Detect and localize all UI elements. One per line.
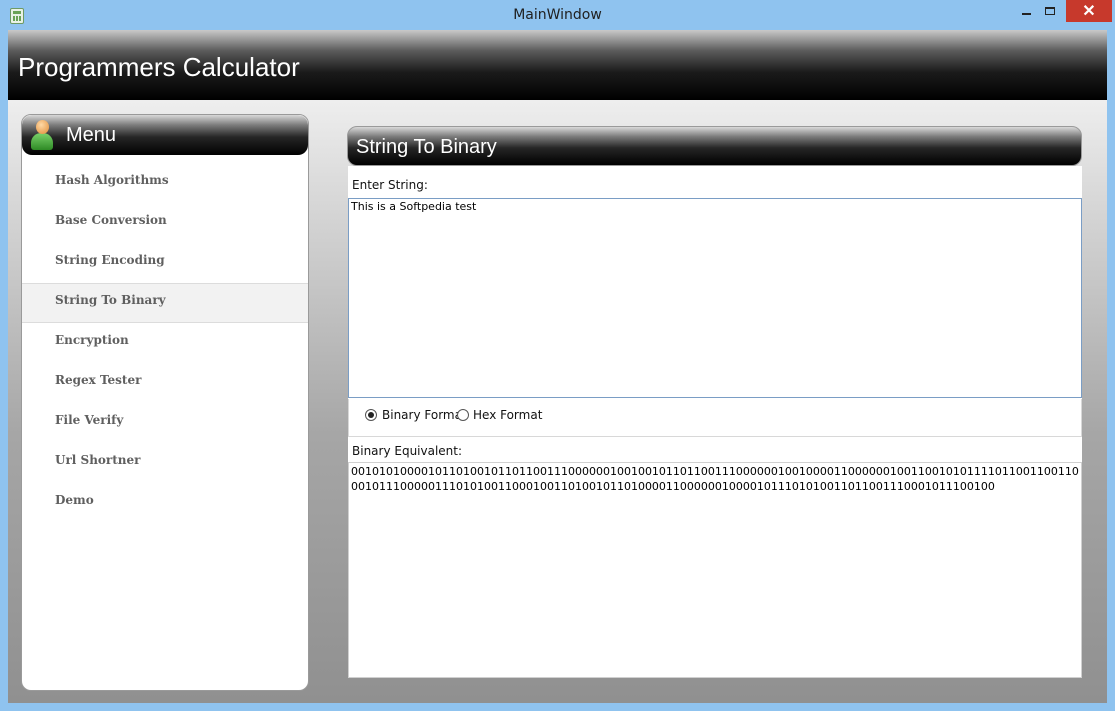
menu-item-string-to-binary[interactable]: String To Binary [22, 283, 308, 323]
content-body: Enter String: This is a Softpedia test B… [348, 166, 1082, 678]
binary-output[interactable]: 0010101000010110100101101100111000000100… [348, 462, 1082, 678]
close-button[interactable]: ✕ [1066, 0, 1112, 22]
menu-list: Hash Algorithms Base Conversion String E… [22, 163, 308, 523]
app-header: Programmers Calculator [8, 30, 1107, 100]
menu-item-url-shortner[interactable]: Url Shortner [22, 443, 308, 483]
maximize-button[interactable] [1036, 0, 1064, 22]
maximize-icon [1045, 7, 1055, 15]
menu-title: Menu [66, 124, 117, 146]
menu-item-regex-tester[interactable]: Regex Tester [22, 363, 308, 403]
minimize-icon [1021, 13, 1031, 15]
menu-item-demo[interactable]: Demo [22, 483, 308, 523]
client-area: Programmers Calculator Menu Hash Algorit… [8, 30, 1107, 703]
content-panel: String To Binary Enter String: This is a… [347, 126, 1083, 678]
close-icon: ✕ [1082, 3, 1096, 20]
radio-checked-icon [365, 409, 377, 421]
binary-equivalent-label: Binary Equivalent: [352, 444, 463, 458]
content-header: String To Binary [347, 126, 1082, 166]
radio-unchecked-icon [457, 409, 469, 421]
binary-format-label: Binary Format [382, 408, 467, 422]
window-titlebar: MainWindow ✕ [0, 0, 1115, 30]
enter-string-label: Enter String: [352, 178, 428, 192]
hex-format-radio[interactable]: Hex Format [457, 408, 542, 422]
app-title: Programmers Calculator [18, 52, 300, 82]
menu-panel: Menu Hash Algorithms Base Conversion Str… [21, 114, 309, 691]
menu-item-encryption[interactable]: Encryption [22, 323, 308, 363]
format-options: Binary Format Hex Format [348, 399, 1082, 437]
menu-header: Menu [22, 115, 308, 155]
string-input[interactable]: This is a Softpedia test [348, 198, 1082, 398]
menu-item-file-verify[interactable]: File Verify [22, 403, 308, 443]
user-icon [31, 120, 53, 150]
binary-format-radio[interactable]: Binary Format [365, 408, 467, 422]
menu-item-hash-algorithms[interactable]: Hash Algorithms [22, 163, 308, 203]
menu-item-base-conversion[interactable]: Base Conversion [22, 203, 308, 243]
window-title: MainWindow [513, 7, 602, 23]
menu-item-string-encoding[interactable]: String Encoding [22, 243, 308, 283]
content-title: String To Binary [356, 136, 497, 158]
hex-format-label: Hex Format [473, 408, 543, 422]
